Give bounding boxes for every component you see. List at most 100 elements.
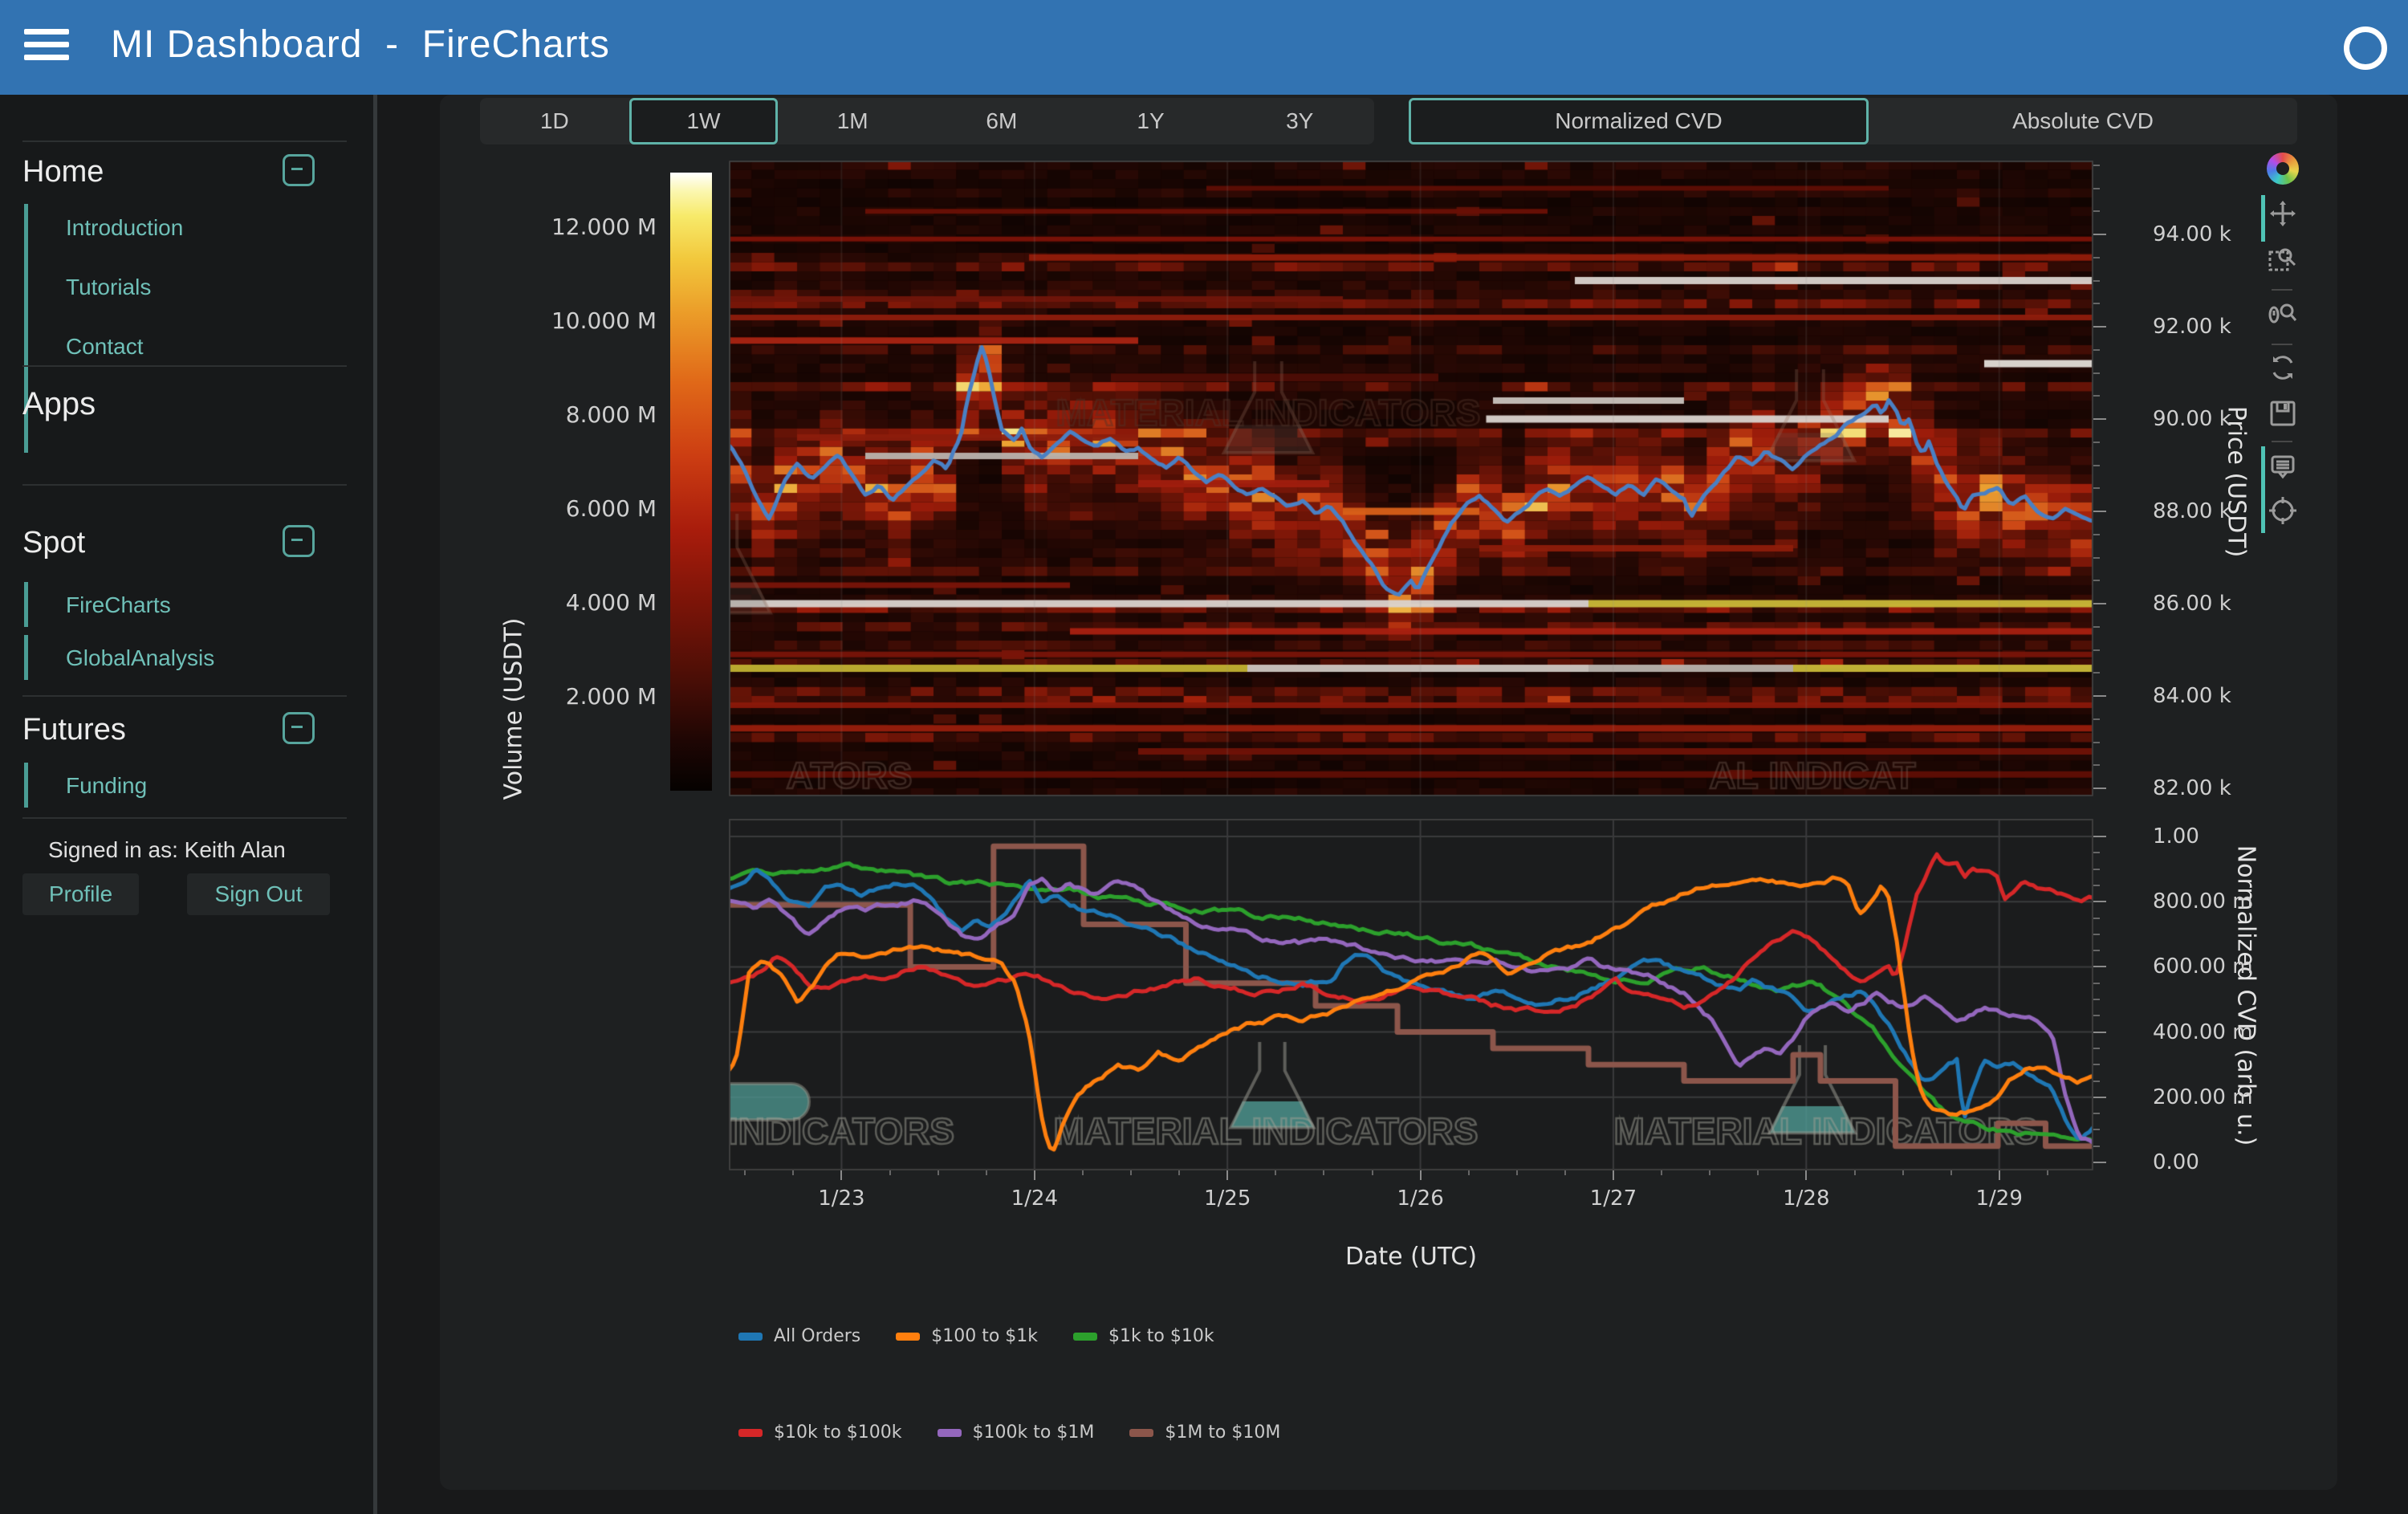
time-button-1y[interactable]: 1Y	[1076, 98, 1226, 144]
cvd-tick-label: 0.00	[2153, 1150, 2199, 1174]
status-ring-icon	[2344, 26, 2387, 70]
collapse-home-button[interactable]	[283, 154, 315, 186]
cvd-minor-tick	[2093, 1113, 2100, 1114]
legend-label: $1k to $10k	[1108, 1326, 1214, 1346]
colorbar-tick-label: 2.000 M	[522, 683, 657, 710]
bokeh-logo-icon	[2267, 153, 2299, 185]
time-button-1d[interactable]: 1D	[480, 98, 629, 144]
toolbar-separator	[2272, 441, 2292, 442]
legend-label: All Orders	[774, 1326, 860, 1346]
collapse-futures-button[interactable]	[283, 712, 315, 744]
price-minor-tick	[2093, 165, 2100, 166]
colorbar-tick-label: 12.000 M	[522, 214, 657, 240]
cvd-major-tick	[2093, 901, 2106, 902]
time-button-6m[interactable]: 6M	[927, 98, 1076, 144]
cvd-line-chart-canvas[interactable]	[729, 819, 2093, 1170]
legend-item: $1k to $10k	[1073, 1326, 1214, 1346]
sidebar: Home Introduction Tutorials Contact Apps…	[0, 95, 373, 1514]
legend-item: $10k to $100k	[738, 1422, 902, 1443]
date-minor-tick	[1757, 1170, 1759, 1175]
price-minor-tick	[2093, 487, 2100, 489]
page-title: MI Dashboard - FireCharts	[111, 22, 610, 67]
date-major-tick	[1999, 1170, 2000, 1180]
cvd-tick-label: 600.00 m	[2153, 954, 2253, 979]
date-minor-tick	[1564, 1170, 1566, 1175]
sidebar-divider	[373, 95, 377, 1514]
legend-swatch	[938, 1429, 962, 1437]
sidebar-section-spot: Spot	[22, 526, 85, 560]
menu-icon[interactable]	[24, 29, 69, 66]
divider	[22, 695, 347, 697]
legend-label: $10k to $100k	[774, 1422, 902, 1443]
sidebar-item-globalanalysis[interactable]: GlobalAnalysis	[66, 645, 214, 671]
price-minor-tick	[2093, 257, 2100, 258]
legend-swatch	[896, 1333, 920, 1341]
price-minor-tick	[2093, 349, 2100, 351]
crosshair-tool-icon[interactable]	[2267, 494, 2299, 527]
date-minor-tick	[744, 1170, 746, 1175]
price-major-tick	[2093, 418, 2106, 420]
colorbar-tick-label: 8.000 M	[522, 401, 657, 428]
legend-swatch	[738, 1429, 763, 1437]
sidebar-section-futures: Futures	[22, 713, 126, 747]
price-tick-label: 82.00 k	[2153, 776, 2231, 800]
firechart-heatmap-canvas[interactable]	[729, 161, 2093, 796]
cvd-minor-tick	[2093, 1015, 2100, 1016]
cvd-tick-label: 800.00 m	[2153, 889, 2253, 914]
price-major-tick	[2093, 695, 2106, 697]
absolute-cvd-button[interactable]: Absolute CVD	[1869, 98, 2297, 144]
cvd-major-tick	[2093, 1032, 2106, 1033]
app-header: MI Dashboard - FireCharts	[0, 0, 2408, 95]
date-minor-tick	[986, 1170, 987, 1175]
date-minor-tick	[1854, 1170, 1856, 1175]
price-minor-tick	[2093, 672, 2100, 674]
date-minor-tick	[1178, 1170, 1180, 1175]
reset-tool-icon[interactable]	[2267, 352, 2299, 384]
legend-row-1: All Orders$100 to $1k$1k to $10k	[738, 1326, 1214, 1346]
colorbar-tick-label: 6.000 M	[522, 495, 657, 522]
cvd-tick-label: 200.00 m	[2153, 1085, 2253, 1109]
hover-tool-icon[interactable]	[2267, 451, 2299, 483]
cvd-minor-tick	[2093, 1129, 2100, 1130]
cvd-mode-group: Normalized CVD Absolute CVD	[1409, 98, 2297, 144]
normalized-cvd-button[interactable]: Normalized CVD	[1409, 98, 1869, 144]
cvd-minor-tick	[2093, 950, 2100, 951]
legend-item: All Orders	[738, 1326, 860, 1346]
time-button-1m[interactable]: 1M	[778, 98, 927, 144]
sidebar-item-funding[interactable]: Funding	[66, 773, 147, 799]
toolbar-separator	[2272, 344, 2292, 345]
wheel-zoom-tool-icon[interactable]	[2267, 299, 2299, 331]
price-minor-tick	[2093, 188, 2100, 189]
profile-button[interactable]: Profile	[22, 873, 139, 915]
sidebar-item-tutorials[interactable]: Tutorials	[66, 275, 151, 300]
volume-colorbar	[670, 173, 712, 791]
cvd-major-tick	[2093, 836, 2106, 837]
date-minor-tick	[1082, 1170, 1084, 1175]
pan-tool-icon[interactable]	[2267, 197, 2299, 230]
sign-out-button[interactable]: Sign Out	[187, 873, 330, 915]
sidebar-section-apps: Apps	[22, 386, 96, 422]
date-minor-tick	[1950, 1170, 1952, 1175]
date-tick-label: 1/25	[1195, 1186, 1259, 1211]
box-zoom-tool-icon[interactable]	[2267, 243, 2299, 275]
date-major-tick	[1805, 1170, 1807, 1180]
price-minor-tick	[2093, 303, 2100, 304]
date-tick-label: 1/26	[1389, 1186, 1453, 1211]
legend-swatch	[1129, 1429, 1153, 1437]
sidebar-item-firecharts[interactable]: FireCharts	[66, 592, 171, 618]
section-indent-bar	[24, 582, 28, 627]
divider	[22, 817, 347, 819]
cvd-minor-tick	[2093, 1081, 2100, 1082]
price-minor-tick	[2093, 557, 2100, 559]
save-tool-icon[interactable]	[2267, 397, 2299, 429]
collapse-spot-button[interactable]	[283, 525, 315, 557]
active-tool-indicator	[2261, 446, 2265, 533]
legend-label: $1M to $10M	[1165, 1422, 1280, 1443]
sidebar-item-introduction[interactable]: Introduction	[66, 215, 183, 241]
date-axis-label: Date (UTC)	[1345, 1243, 1477, 1271]
time-button-1w[interactable]: 1W	[629, 98, 779, 144]
cvd-minor-tick	[2093, 983, 2100, 984]
time-button-3y[interactable]: 3Y	[1225, 98, 1374, 144]
price-minor-tick	[2093, 718, 2100, 720]
sidebar-item-contact[interactable]: Contact	[66, 334, 144, 360]
